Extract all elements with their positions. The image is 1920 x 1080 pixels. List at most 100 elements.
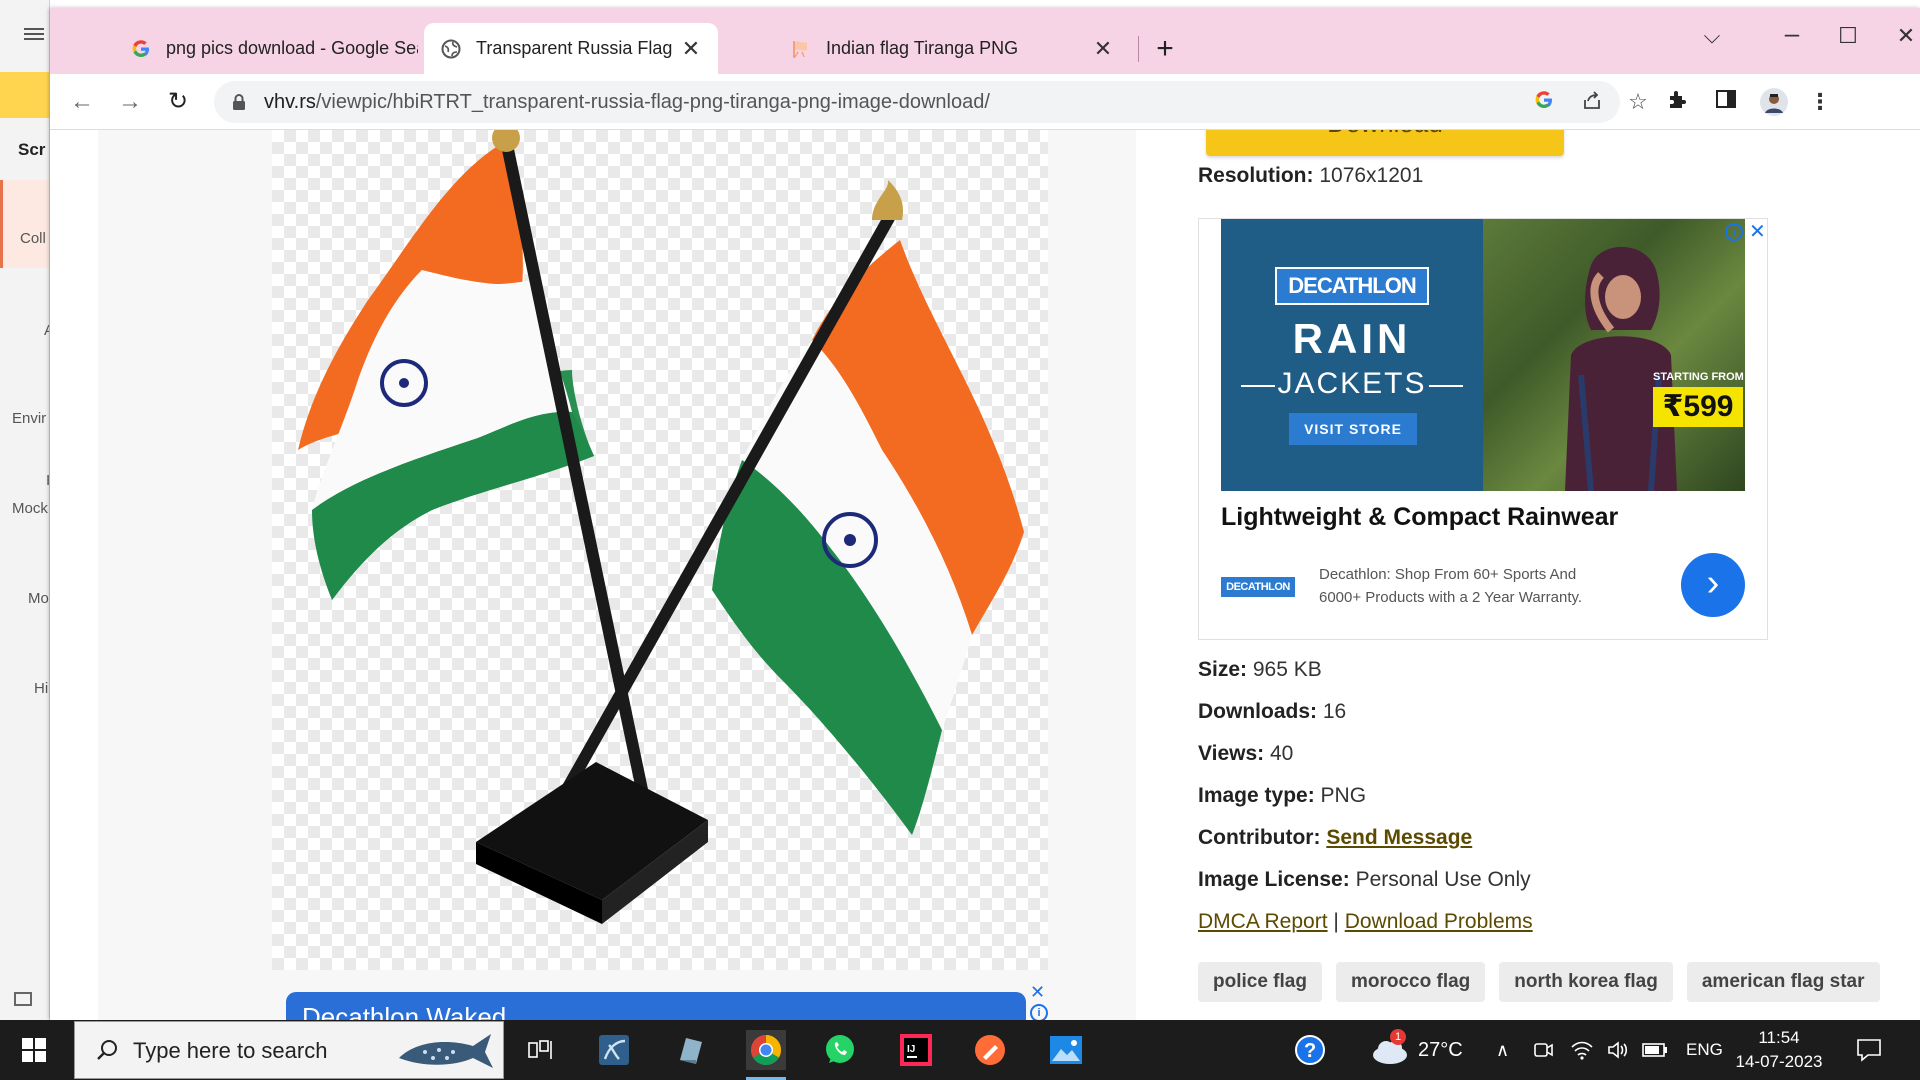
maximize-icon[interactable]: ☐ <box>1828 23 1868 49</box>
tag-item[interactable]: american flag star <box>1686 962 1880 1002</box>
ad-hero-image[interactable]: DECATHLON RAIN JACKETS VISIT STORE START… <box>1221 219 1745 491</box>
more-menu-icon[interactable]: ⋮ <box>1806 88 1834 116</box>
task-view-icon[interactable] <box>520 1030 560 1070</box>
visit-store-button[interactable]: VISIT STORE <box>1289 413 1417 445</box>
image-type-row: Image type: PNG <box>1198 784 1367 807</box>
tab-title: Indian flag Tiranga PNG <box>826 38 1019 58</box>
ad-description[interactable]: Decathlon: Shop From 60+ Sports And 6000… <box>1319 563 1619 609</box>
browser-window: png pics download - Google Sea ✕ Transpa… <box>50 8 1920 1020</box>
chrome-icon[interactable] <box>746 1030 786 1080</box>
globe-icon <box>440 38 462 60</box>
background-app-label[interactable]: Envir <box>12 410 46 427</box>
close-window-icon[interactable]: ✕ <box>1886 23 1920 49</box>
taskbar-search-box[interactable]: Type here to search <box>74 1021 504 1079</box>
tab-indian-flag[interactable]: Indian flag Tiranga PNG ✕ <box>774 23 1130 74</box>
decathlon-small-logo: DECATHLON <box>1221 577 1295 597</box>
background-app-panel: Scr Coll A Envir I Mock Mo Hi <box>0 0 50 1020</box>
svg-text:IJ: IJ <box>907 1044 915 1055</box>
address-bar[interactable]: vhv.rs/viewpic/hbiRTRT_transparent-russi… <box>214 81 1648 123</box>
license-row: Image License: Personal Use Only <box>1198 868 1531 891</box>
help-icon[interactable]: ? <box>1290 1030 1330 1070</box>
ad-headline[interactable]: Lightweight & Compact Rainwear <box>1221 503 1618 532</box>
ad-info-icon[interactable]: i <box>1725 223 1743 241</box>
side-panel-icon[interactable] <box>1712 88 1740 116</box>
hamburger-menu-icon[interactable] <box>24 28 44 40</box>
postman-icon[interactable] <box>970 1030 1010 1070</box>
tab-russia-flag[interactable]: Transparent Russia Flag Png - Tir ✕ <box>424 23 718 74</box>
info-icon[interactable]: i <box>1030 1004 1048 1020</box>
tag-item[interactable]: police flag <box>1198 962 1322 1002</box>
background-app-banner <box>0 72 49 118</box>
ad-arrow-button[interactable]: › <box>1681 553 1745 617</box>
language-indicator[interactable]: ENG <box>1686 1020 1723 1080</box>
photos-app-icon[interactable] <box>1046 1030 1086 1070</box>
intellij-idea-icon[interactable]: IJ <box>896 1030 936 1070</box>
size-row: Size: 965 KB <box>1198 658 1322 681</box>
tag-item[interactable]: morocco flag <box>1335 962 1486 1002</box>
notifications-icon[interactable] <box>1856 1020 1882 1080</box>
google-lens-icon[interactable] <box>1532 90 1556 114</box>
tab-search-chevron-icon[interactable]: ⌵ <box>1692 23 1732 49</box>
url-text[interactable]: vhv.rs/viewpic/hbiRTRT_transparent-russi… <box>264 91 990 114</box>
back-arrow-icon[interactable]: ← <box>66 86 98 118</box>
bottom-ad-banner[interactable]: Decathlon Waked <box>286 992 1026 1020</box>
tag-item[interactable]: north korea flag <box>1499 962 1673 1002</box>
google-icon <box>130 38 152 60</box>
details-column: Download Resolution: 1076x1201 DECATHLON… <box>1148 130 1918 1020</box>
close-icon[interactable]: ✕ <box>1092 36 1114 61</box>
share-icon[interactable] <box>1580 90 1604 114</box>
windows-taskbar: Type here to search IJ ? 1 27°C ∧ ENG 11… <box>0 1020 1920 1080</box>
volume-icon[interactable] <box>1606 1020 1630 1080</box>
views-row: Views: 40 <box>1198 742 1294 765</box>
background-app-label[interactable]: Mo <box>28 590 49 607</box>
tab-title: Transparent Russia Flag Png - Tir <box>476 38 672 58</box>
price-badge: ₹599 <box>1653 387 1743 427</box>
minimize-icon[interactable]: – <box>1772 18 1812 49</box>
weather-temp: 27°C <box>1418 1038 1463 1061</box>
notes-app-icon[interactable] <box>670 1030 710 1070</box>
lock-icon[interactable] <box>232 93 246 111</box>
weather-widget[interactable]: 1 27°C <box>1370 1020 1463 1080</box>
background-app-label[interactable]: Hi <box>34 680 48 697</box>
show-hidden-icons[interactable]: ∧ <box>1496 1020 1509 1080</box>
contributor-row: Contributor: Send Message <box>1198 826 1473 849</box>
sidebar-toggle-icon[interactable] <box>14 992 32 1006</box>
bookmark-star-icon[interactable]: ☆ <box>1626 90 1650 114</box>
clock-time: 11:54 <box>1758 1028 1800 1047</box>
download-button[interactable]: Download <box>1206 130 1564 156</box>
reload-icon[interactable]: ↻ <box>162 86 194 118</box>
indian-desk-flags-image <box>298 130 1024 924</box>
clock-date: 14-07-2023 <box>1735 1052 1823 1071</box>
dmca-report-link[interactable]: DMCA Report <box>1198 910 1328 933</box>
close-icon[interactable]: ✕ <box>680 36 702 61</box>
search-placeholder: Type here to search <box>133 1038 328 1063</box>
new-tab-button[interactable]: + <box>1148 33 1182 67</box>
page-content: Decathlon Waked ✕ i Download Resolution:… <box>50 130 1920 1020</box>
ad-close-icon[interactable]: ✕ <box>1749 219 1766 244</box>
ad-rain-text: RAIN <box>1292 315 1412 362</box>
forward-arrow-icon[interactable]: → <box>114 86 146 118</box>
search-icon <box>95 1038 119 1062</box>
mysql-workbench-icon[interactable] <box>594 1030 634 1070</box>
tab-google-search[interactable]: png pics download - Google Sea ✕ <box>114 23 464 74</box>
decathlon-ad[interactable]: DECATHLON RAIN JACKETS VISIT STORE START… <box>1198 218 1768 640</box>
downloads-row: Downloads: 16 <box>1198 700 1347 723</box>
background-app-label[interactable]: Mock <box>12 500 48 517</box>
close-icon[interactable]: ✕ <box>1030 982 1045 1003</box>
tab-title: png pics download - Google Sea <box>166 38 418 58</box>
battery-icon[interactable] <box>1642 1020 1668 1080</box>
windows-start-icon[interactable] <box>22 1038 46 1062</box>
image-preview[interactable] <box>272 130 1048 970</box>
extensions-icon[interactable] <box>1664 88 1692 116</box>
ad-jackets-text: JACKETS <box>1221 367 1483 401</box>
meet-now-icon[interactable] <box>1532 1020 1554 1080</box>
download-problems-link[interactable]: Download Problems <box>1345 910 1533 933</box>
taskbar-clock[interactable]: 11:54 14-07-2023 <box>1724 1026 1834 1074</box>
background-app-label[interactable]: Coll <box>20 230 46 247</box>
wifi-icon[interactable] <box>1570 1020 1594 1080</box>
send-message-link[interactable]: Send Message <box>1326 826 1472 849</box>
report-links-row: DMCA Report | Download Problems <box>1198 910 1533 933</box>
profile-avatar[interactable] <box>1760 88 1788 116</box>
whatsapp-icon[interactable] <box>820 1030 860 1070</box>
image-column: Decathlon Waked ✕ i <box>98 130 1136 1020</box>
